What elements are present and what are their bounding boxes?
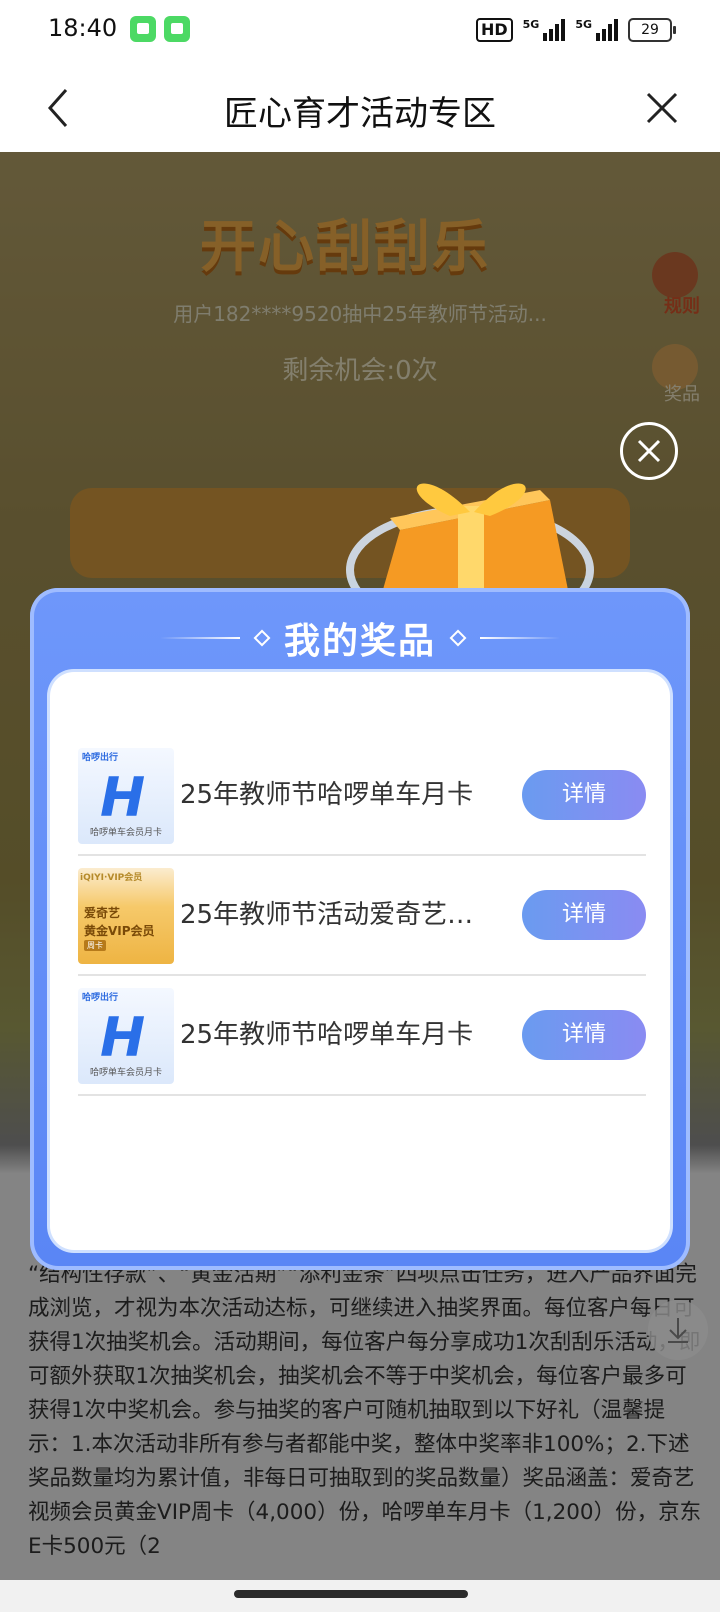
- status-bar: 18:40 HD 5G 5G 29: [0, 0, 720, 66]
- prize-item: 哈啰出行 H 哈啰单车会员月卡 25年教师节哈啰单车月卡 详情: [78, 734, 646, 856]
- thumb-brand: iQIYI·VIP会员: [80, 873, 143, 883]
- prize-list: 哈啰出行 H 哈啰单车会员月卡 25年教师节哈啰单车月卡 详情 iQIYI·VI…: [50, 672, 670, 1250]
- page-title: 匠心育才活动专区: [224, 94, 496, 134]
- signal-icon-2: [596, 19, 618, 41]
- detail-button[interactable]: 详情: [522, 1010, 646, 1060]
- network-type-1: 5G: [522, 18, 540, 31]
- thumb-line-1: 爱奇艺: [84, 906, 121, 920]
- thumb-caption: 哈啰单车会员月卡: [89, 828, 162, 838]
- hellobike-logo-icon: H: [100, 1006, 146, 1069]
- nav-bar: 匠心育才活动专区: [0, 66, 720, 152]
- battery-icon: 29: [628, 18, 676, 42]
- prize-item: iQIYI·VIP会员 爱奇艺 黄金VIP会员 周卡 25年教师节活动爱奇艺周.…: [78, 854, 646, 976]
- message-app-icon: [130, 16, 156, 42]
- close-page-button[interactable]: [642, 88, 682, 128]
- modal-header: 我的奖品: [30, 610, 690, 666]
- status-time: 18:40: [48, 14, 118, 42]
- hellobike-card-thumbnail: 哈啰出行 H 哈啰单车会员月卡: [78, 988, 174, 1084]
- network-type-2: 5G: [575, 18, 592, 31]
- detail-button[interactable]: 详情: [522, 770, 646, 820]
- phone-app-icon: [164, 16, 190, 42]
- my-prizes-modal: 我的奖品 哈啰出行 H 哈啰单车会员月卡 25年教师节哈啰单车月卡 详情 iQI…: [30, 588, 690, 1270]
- status-indicators: HD 5G 5G 29: [475, 18, 676, 42]
- thumb-brand: 哈啰出行: [82, 993, 119, 1003]
- home-indicator[interactable]: [234, 1590, 468, 1598]
- hellobike-card-thumbnail: 哈啰出行 H 哈啰单车会员月卡: [78, 748, 174, 844]
- prize-name: 25年教师节活动爱奇艺周...: [180, 900, 492, 930]
- hellobike-logo-icon: H: [100, 766, 146, 829]
- close-icon: [646, 92, 678, 124]
- iqiyi-vip-card-thumbnail: iQIYI·VIP会员 爱奇艺 黄金VIP会员 周卡: [78, 868, 174, 964]
- thumb-caption: 哈啰单车会员月卡: [89, 1068, 162, 1078]
- detail-button[interactable]: 详情: [522, 890, 646, 940]
- title-decoration-right: [480, 637, 560, 639]
- thumb-tag: 周卡: [84, 940, 106, 951]
- signal-icon-1: [543, 19, 566, 41]
- title-decoration-left: [159, 637, 240, 639]
- thumb-line-2: 黄金VIP会员: [84, 924, 155, 938]
- prize-name: 25年教师节哈啰单车月卡: [180, 780, 474, 810]
- prize-name: 25年教师节哈啰单车月卡: [180, 1020, 474, 1050]
- modal-title: 我的奖品: [283, 621, 436, 662]
- hd-voice-icon: HD: [475, 18, 513, 42]
- thumb-brand: 哈啰出行: [82, 753, 119, 763]
- diamond-icon: [449, 629, 467, 647]
- prize-item: 哈啰出行 H 哈啰单车会员月卡 25年教师节哈啰单车月卡 详情: [78, 974, 646, 1096]
- gift-box-illustration: [346, 483, 594, 600]
- diamond-icon: [253, 629, 271, 647]
